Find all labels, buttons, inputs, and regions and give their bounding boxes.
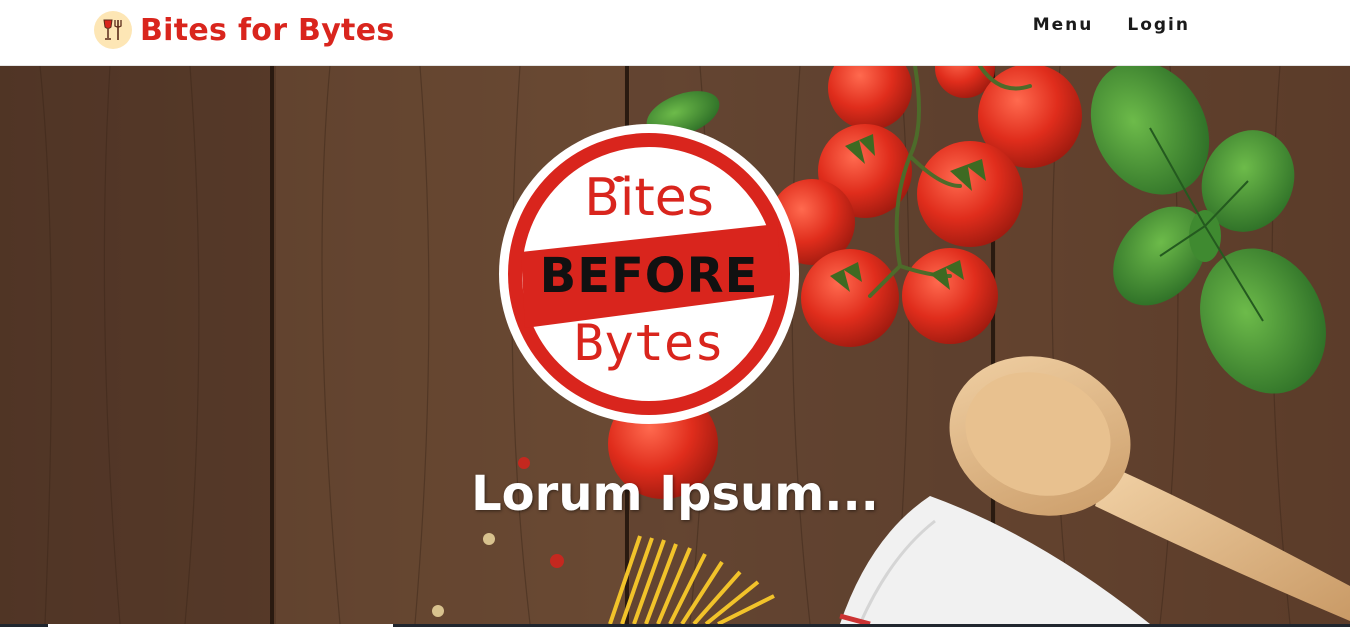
brand-name: Bites for Bytes [140, 12, 395, 48]
hero-heading: Lorum Ipsum... [471, 466, 879, 522]
wine-and-fork-icon [94, 11, 132, 49]
logo-word-bytes: Bytes [573, 314, 725, 372]
logo-word-bites: Bites [584, 168, 714, 228]
bites-before-bytes-logo: Bites BEFORE Bytes [499, 124, 799, 424]
hero-section: Bites BEFORE Bytes Lorum Ipsum... [0, 66, 1350, 624]
nav-links: Menu Login [1033, 15, 1190, 35]
logo-word-before: BEFORE [539, 248, 759, 304]
nav-menu-link[interactable]: Menu [1033, 15, 1094, 35]
nav-login-link[interactable]: Login [1127, 15, 1190, 35]
top-navbar: Bites for Bytes Menu Login [0, 0, 1350, 66]
brand-link[interactable]: Bites for Bytes [94, 10, 395, 50]
